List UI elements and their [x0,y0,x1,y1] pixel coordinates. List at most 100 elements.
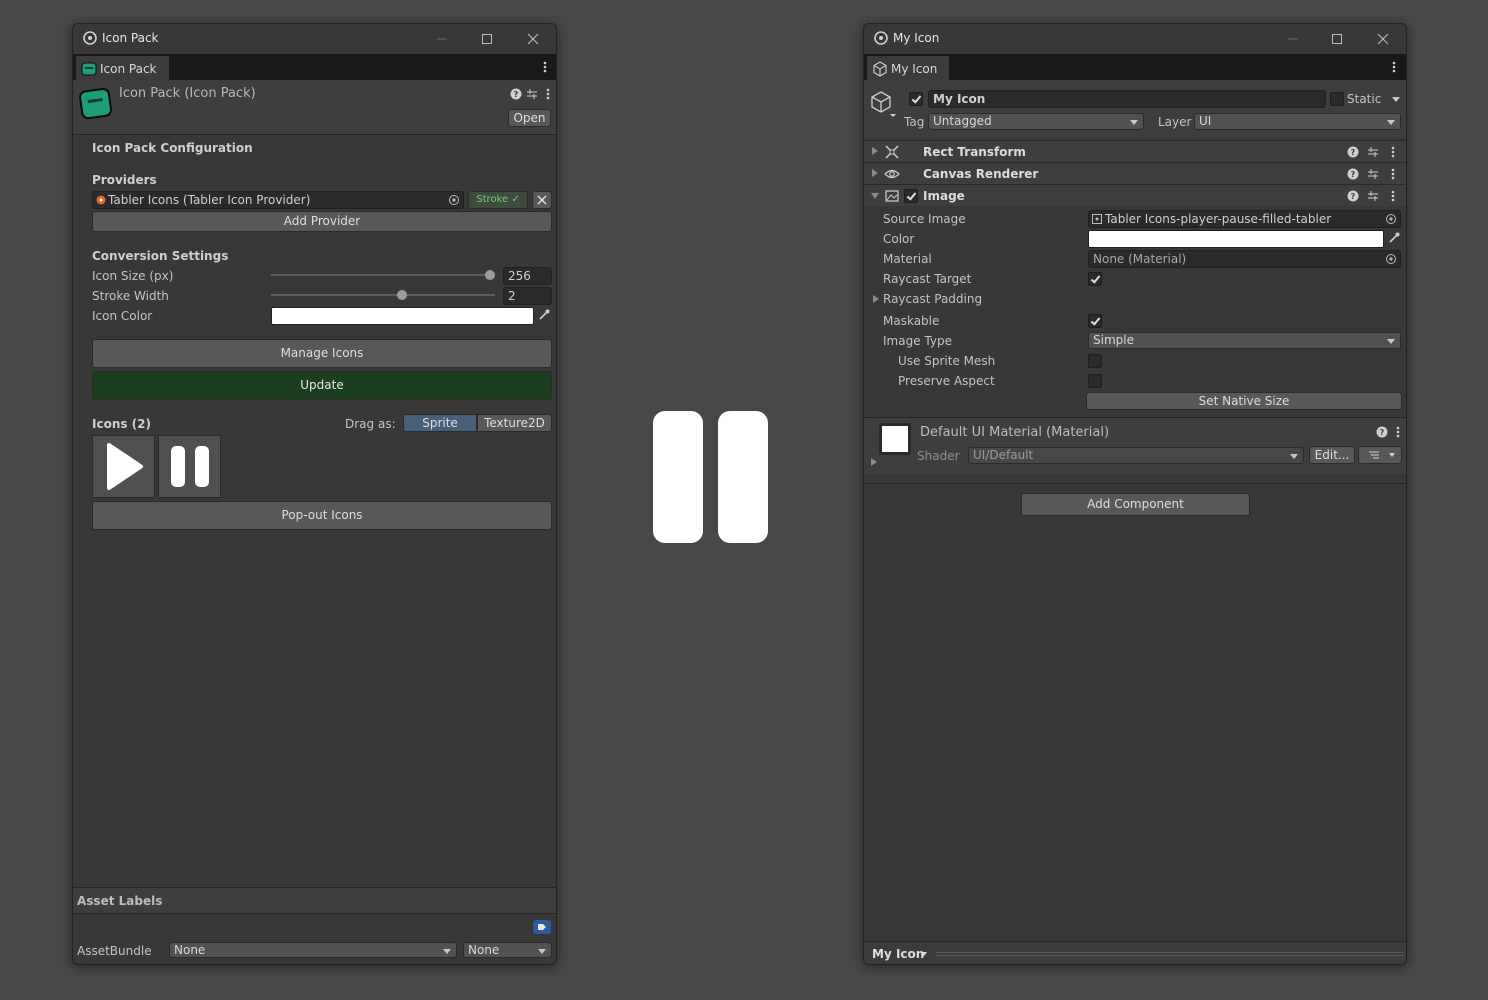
stroke-width-label: Stroke Width [92,289,169,303]
asset-menu-icon[interactable] [542,87,554,101]
image-type-label: Image Type [883,334,952,348]
minimize-button[interactable] [1282,29,1304,49]
object-picker-icon[interactable] [1385,213,1397,225]
drag-as-texture2d-button[interactable]: Texture2D [477,414,552,432]
minimize-button[interactable] [431,29,453,49]
slider-thumb[interactable] [397,290,407,300]
material-foldout-icon[interactable] [871,458,877,466]
maskable-checkbox[interactable] [1088,314,1102,328]
remove-provider-button[interactable] [532,191,552,209]
source-image-field[interactable]: Tabler Icons-player-pause-filled-tabler [1088,210,1401,228]
shader-dropdown[interactable]: UI/Default [968,447,1304,464]
drag-as-sprite-button[interactable]: Sprite [403,414,477,432]
add-component-button[interactable]: Add Component [1021,493,1250,516]
layer-value: UI [1199,114,1212,128]
material-menu-icon[interactable] [1392,425,1404,439]
foldout-arrow-icon[interactable] [872,147,878,155]
help-icon[interactable]: ? [1347,190,1359,202]
open-button[interactable]: Open [508,109,551,127]
icon-color-swatch[interactable] [271,307,534,325]
help-icon[interactable]: ? [1347,168,1359,180]
object-picker-icon[interactable] [448,194,460,206]
player-pause-icon [171,446,209,487]
image-type-dropdown[interactable]: Simple [1088,332,1401,349]
tab-menu-icon[interactable] [1388,60,1400,74]
shader-edit-button[interactable]: Edit... [1309,446,1355,464]
close-button[interactable] [1372,29,1394,49]
active-checkbox[interactable] [909,92,923,106]
update-button[interactable]: Update [92,371,552,400]
foldout-arrow-icon[interactable] [872,169,878,177]
layer-dropdown[interactable]: UI [1194,113,1401,130]
icon-size-label: Icon Size (px) [92,269,174,283]
chevron-down-icon[interactable] [921,952,927,956]
material-preview-swatch [879,423,911,455]
material-field[interactable]: None (Material) [1088,250,1401,268]
tag-dropdown[interactable]: Untagged [928,113,1144,130]
set-native-size-button[interactable]: Set Native Size [1086,392,1402,410]
component-menu-icon[interactable] [1387,145,1399,159]
maximize-button[interactable] [1326,29,1348,49]
close-button[interactable] [522,29,544,49]
eyedropper-icon[interactable] [1387,231,1401,245]
window-title: My Icon [893,31,940,45]
stroke-width-slider[interactable] [271,288,497,302]
icon-tile-play[interactable] [92,435,155,498]
use-sprite-mesh-checkbox[interactable] [1088,354,1102,368]
window-titlebar[interactable]: Icon Pack [73,24,556,54]
image-enabled-checkbox[interactable] [904,189,918,203]
preserve-aspect-checkbox[interactable] [1088,374,1102,388]
component-name: Rect Transform [923,145,1026,159]
icon-size-slider[interactable] [271,268,497,282]
component-canvas-renderer[interactable]: Canvas Renderer ? [864,162,1406,184]
resize-handle[interactable] [936,952,1404,956]
static-dropdown-icon[interactable] [1392,97,1400,102]
assetbundle-value: None [174,943,206,957]
help-icon[interactable]: ? [1376,426,1388,438]
window-titlebar[interactable]: My Icon [864,24,1406,54]
provider-field[interactable]: Tabler Icons (Tabler Icon Provider) [92,191,464,209]
list-icon [1369,451,1395,459]
icon-tile-pause[interactable] [158,435,221,498]
variant-dropdown[interactable]: None [463,942,552,958]
maximize-button[interactable] [476,29,498,49]
stroke-width-field[interactable]: 2 [503,287,552,305]
tabler-logo-icon [96,195,106,205]
inspector-window: My Icon My Icon My Icon Static Tag Untag… [863,23,1407,965]
tab-icon-pack[interactable]: Icon Pack [76,56,169,80]
slider-track [271,274,495,276]
component-menu-icon[interactable] [1387,189,1399,203]
manage-icons-button[interactable]: Manage Icons [92,339,552,368]
shader-options-button[interactable] [1358,446,1402,464]
name-field[interactable]: My Icon [928,90,1326,108]
component-rect-transform[interactable]: Rect Transform ? [864,140,1406,162]
presets-icon[interactable] [526,88,538,100]
foldout-arrow-icon[interactable] [871,193,879,199]
tab-menu-icon[interactable] [539,60,551,74]
object-picker-icon[interactable] [1385,253,1397,265]
add-provider-button[interactable]: Add Provider [92,211,552,232]
gameobject-icon[interactable] [870,90,898,118]
raycast-padding-label[interactable]: Raycast Padding [883,292,982,306]
footer-object-dropdown[interactable]: My Icon [872,947,924,961]
svg-text:?: ? [1351,170,1356,179]
icon-size-field[interactable]: 256 [503,267,552,285]
help-icon[interactable]: ? [1347,146,1359,158]
tab-my-icon[interactable]: My Icon [867,56,950,80]
presets-icon[interactable] [1367,168,1379,180]
slider-thumb[interactable] [485,270,495,280]
image-color-swatch[interactable] [1088,230,1384,248]
eyedropper-icon[interactable] [537,308,551,322]
raycast-padding-foldout-icon[interactable] [873,295,879,303]
raycast-target-checkbox[interactable] [1088,272,1102,286]
presets-icon[interactable] [1367,190,1379,202]
source-image-value: Tabler Icons-player-pause-filled-tabler [1105,212,1332,226]
static-checkbox[interactable] [1330,92,1344,106]
assetbundle-dropdown[interactable]: None [169,942,457,958]
popout-icons-button[interactable]: Pop-out Icons [92,501,552,530]
help-icon[interactable]: ? [510,88,522,100]
presets-icon[interactable] [1367,146,1379,158]
component-image[interactable]: Image ? [864,184,1406,206]
component-menu-icon[interactable] [1387,167,1399,181]
label-tag-icon[interactable] [533,920,551,934]
